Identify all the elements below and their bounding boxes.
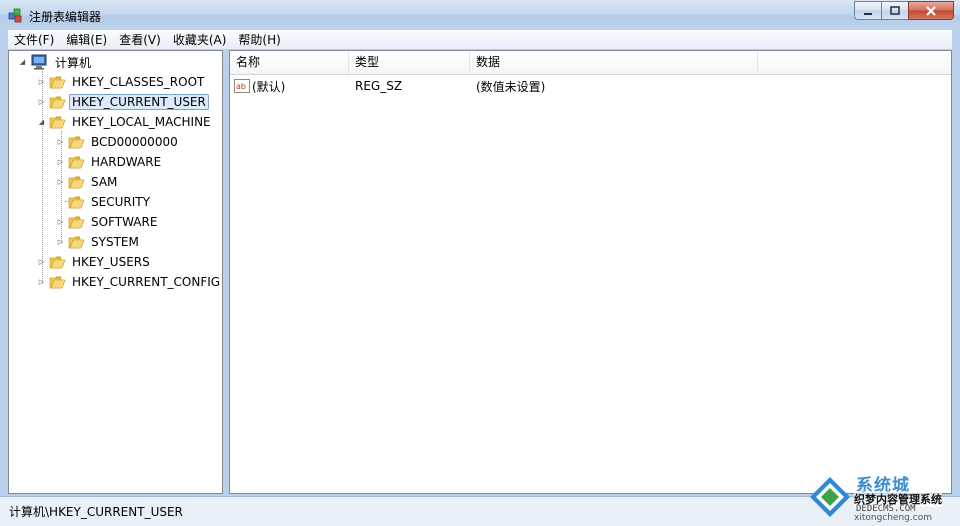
tree-node[interactable]: ▷ HKEY_USERS: [37, 253, 153, 271]
collapsed-arrow-icon[interactable]: ▷: [56, 178, 65, 187]
tree-node[interactable]: SECURITY: [56, 193, 153, 211]
window-controls: [854, 1, 954, 20]
folder-icon: [68, 136, 85, 149]
folder-icon: [68, 176, 85, 189]
tree-node-label: HKEY_USERS: [72, 255, 150, 269]
menu-view[interactable]: 查看(V): [113, 31, 167, 48]
tree-root-computer[interactable]: ◢ 计算机: [18, 53, 94, 71]
folder-icon: [49, 256, 66, 269]
registry-tree[interactable]: ◢ 计算机 ▷ HKEY_CLASSES_ROOT ▷ HKEY_CURRENT_US…: [8, 50, 223, 494]
expanded-arrow-icon[interactable]: ◢: [18, 58, 27, 67]
window-title: 注册表编辑器: [29, 10, 102, 24]
tree-node-label: HKEY_CLASSES_ROOT: [72, 75, 205, 89]
tree-node[interactable]: ▷ SAM: [56, 173, 120, 191]
string-value-icon: ab: [234, 79, 250, 93]
minimize-icon: [864, 12, 872, 15]
computer-icon: [31, 54, 47, 70]
collapsed-arrow-icon[interactable]: ▷: [56, 238, 65, 247]
maximize-icon: [890, 5, 900, 15]
tree-node[interactable]: ▷ BCD00000000: [56, 133, 181, 151]
tree-node[interactable]: ▷ SYSTEM: [56, 233, 142, 251]
folder-icon: [68, 156, 85, 169]
tree-node-label: 计算机: [55, 55, 92, 70]
tree-node[interactable]: ▷ HKEY_CLASSES_ROOT: [37, 73, 207, 91]
tree-node-label: SYSTEM: [91, 235, 139, 249]
tree-node-label: SECURITY: [91, 195, 150, 209]
expanded-arrow-icon[interactable]: ◢: [37, 118, 46, 127]
collapsed-arrow-icon[interactable]: ▷: [37, 278, 46, 287]
menu-edit[interactable]: 编辑(E): [60, 31, 113, 48]
column-header-name[interactable]: 名称: [230, 51, 349, 74]
collapsed-arrow-icon[interactable]: ▷: [56, 158, 65, 167]
column-header-type[interactable]: 类型: [349, 51, 470, 74]
value-data: (数值未设置): [476, 79, 546, 94]
list-item[interactable]: ab (默认) REG_SZ (数值未设置): [230, 76, 758, 96]
tree-node-label: HARDWARE: [91, 155, 162, 169]
menu-file[interactable]: 文件(F): [8, 31, 60, 48]
title-bar[interactable]: 注册表编辑器: [0, 0, 960, 30]
tree-node-label: HKEY_CURRENT_USER: [69, 94, 209, 110]
folder-icon: [49, 96, 66, 109]
collapsed-arrow-icon[interactable]: ▷: [37, 98, 46, 107]
collapsed-arrow-icon[interactable]: ▷: [56, 138, 65, 147]
folder-icon: [68, 196, 85, 209]
minimize-button[interactable]: [854, 1, 881, 20]
tree-node[interactable]: ▷ HARDWARE: [56, 153, 164, 171]
collapsed-arrow-icon[interactable]: ▷: [37, 78, 46, 87]
tree-node-label: SAM: [91, 175, 118, 189]
folder-icon: [49, 116, 66, 129]
tree-node-label: SOFTWARE: [91, 215, 158, 229]
column-header-filler: [758, 51, 951, 74]
maximize-button[interactable]: [881, 1, 908, 20]
folder-icon: [68, 216, 85, 229]
value-name: (默认): [252, 79, 286, 94]
svg-text:ab: ab: [236, 82, 246, 91]
tree-node-label: HKEY_LOCAL_MACHINE: [72, 115, 211, 129]
status-bar: 计算机\HKEY_CURRENT_USER: [0, 496, 960, 526]
collapsed-arrow-icon[interactable]: ▷: [37, 258, 46, 267]
close-icon: [926, 5, 936, 16]
folder-icon: [68, 236, 85, 249]
registry-editor-icon: [8, 8, 22, 23]
tree-node[interactable]: ▷ HKEY_CURRENT_CONFIG: [37, 273, 223, 291]
menu-help[interactable]: 帮助(H): [232, 31, 286, 48]
tree-node[interactable]: ▷ SOFTWARE: [56, 213, 160, 231]
tree-node[interactable]: ▷ HKEY_CURRENT_USER: [37, 93, 209, 111]
folder-icon: [49, 76, 66, 89]
menu-favorites[interactable]: 收藏夹(A): [167, 31, 233, 48]
tree-node-label: HKEY_CURRENT_CONFIG: [72, 275, 221, 289]
close-button[interactable]: [908, 1, 954, 20]
status-path: 计算机\HKEY_CURRENT_USER: [9, 505, 183, 519]
tree-node[interactable]: ◢ HKEY_LOCAL_MACHINE: [37, 113, 214, 131]
tree-node-label: BCD00000000: [91, 135, 178, 149]
no-expander: [56, 198, 65, 207]
values-list[interactable]: 名称 类型 数据 ab (默认) REG_SZ (数值未设置): [229, 50, 952, 494]
menu-bar: 文件(F) 编辑(E) 查看(V) 收藏夹(A) 帮助(H): [8, 30, 952, 49]
column-header-data[interactable]: 数据: [470, 51, 758, 74]
list-header: 名称 类型 数据: [230, 51, 951, 75]
value-type: REG_SZ: [355, 79, 403, 93]
collapsed-arrow-icon[interactable]: ▷: [56, 218, 65, 227]
folder-icon: [49, 276, 66, 289]
